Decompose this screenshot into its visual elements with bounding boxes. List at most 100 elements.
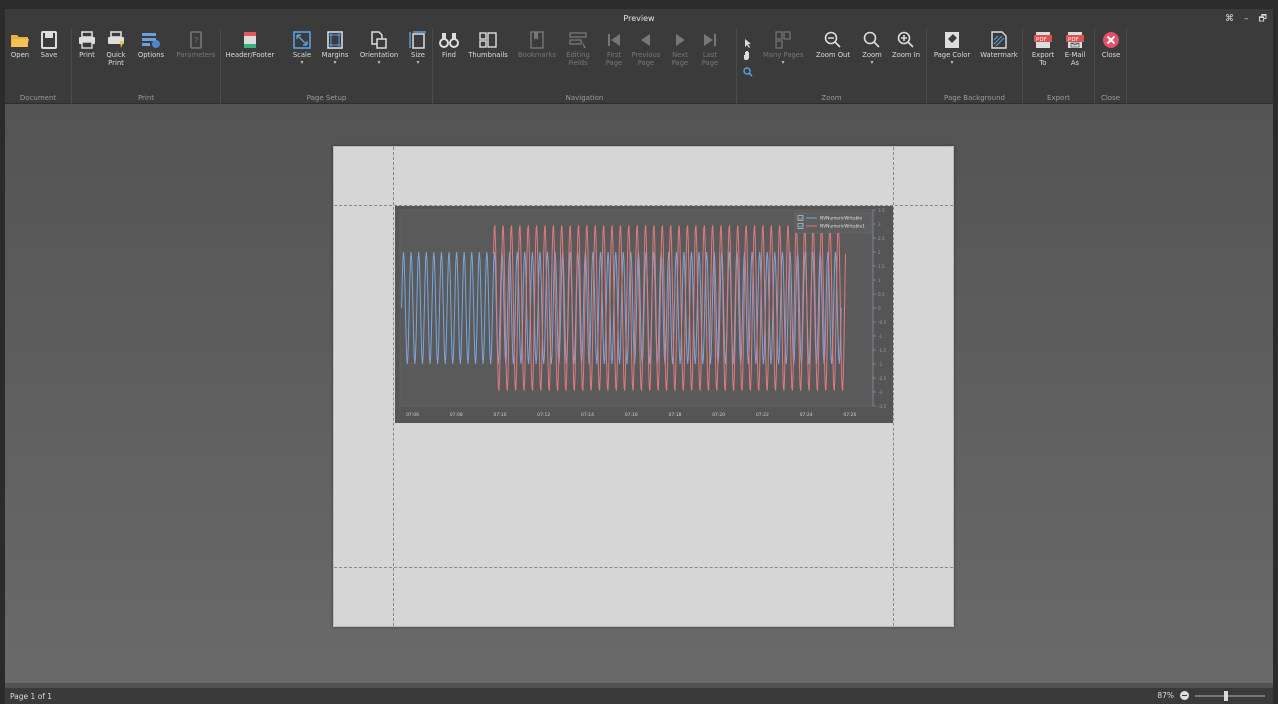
close-button[interactable]: Close bbox=[1099, 31, 1123, 59]
last-page-button[interactable]: Last Page bbox=[699, 31, 721, 67]
scale-dropdown-icon: ▾ bbox=[300, 59, 304, 66]
bookmarks-button[interactable]: Bookmarks bbox=[517, 31, 557, 59]
size-button[interactable]: Size ▾ bbox=[407, 31, 429, 67]
next-page-button[interactable]: Next Page bbox=[669, 31, 691, 67]
svg-text:?: ? bbox=[194, 36, 198, 45]
size-dropdown-icon: ▾ bbox=[416, 59, 420, 66]
open-button[interactable]: Open bbox=[9, 31, 31, 59]
editing-fields-icon bbox=[569, 32, 587, 48]
save-icon bbox=[41, 31, 57, 49]
previous-page-button[interactable]: Previous Page bbox=[631, 31, 661, 67]
zoom-out-icon bbox=[824, 31, 841, 48]
save-button[interactable]: Save bbox=[38, 31, 60, 59]
header-footer-icon bbox=[244, 32, 256, 48]
options-button[interactable]: Options bbox=[136, 31, 166, 59]
margin-line-bottom[interactable] bbox=[334, 567, 953, 568]
printer-icon bbox=[79, 31, 95, 49]
y-tick-label: -1.5 bbox=[878, 348, 887, 353]
zoom-in-icon bbox=[897, 31, 914, 48]
svg-text:PDF: PDF bbox=[1036, 37, 1047, 43]
scale-button[interactable]: Scale ▾ bbox=[291, 31, 313, 67]
page-color-button[interactable]: Page Color ▾ bbox=[931, 31, 973, 67]
zoom-button[interactable]: Zoom ▾ bbox=[859, 31, 885, 67]
group-page-background: Page Color ▾ Watermark Page Background bbox=[927, 29, 1023, 104]
document-page[interactable]: 3.5 3 2.5 2 1.5 1 0.5 0 -0.5 -1 -1.5 -2 -2.5 -3 -3.5 07… bbox=[333, 146, 954, 627]
zoom-icon bbox=[863, 31, 880, 48]
x-tick-label: 07:06 bbox=[406, 412, 419, 418]
zoom-out-circle-icon[interactable] bbox=[1180, 691, 1189, 700]
x-tick-label: 07:24 bbox=[800, 412, 813, 418]
app-window: Preview ⌘ – 🗗 Open Save Document Print Q… bbox=[5, 9, 1273, 704]
quick-print-icon bbox=[108, 31, 124, 48]
watermark-button[interactable]: Watermark bbox=[979, 31, 1019, 59]
zoom-slider-thumb[interactable] bbox=[1224, 690, 1228, 701]
magnifier-tool-icon[interactable] bbox=[743, 62, 753, 81]
export-to-button[interactable]: PDF Export To bbox=[1029, 31, 1057, 67]
group-label-export: Export bbox=[1047, 94, 1070, 102]
y-tick-label: -3.5 bbox=[878, 404, 887, 409]
watermark-icon bbox=[991, 31, 1007, 49]
line-chart: 3.5 3 2.5 2 1.5 1 0.5 0 -0.5 -1 -1.5 -2 -2.5 -3 -3.5 07… bbox=[395, 206, 893, 423]
close-icon bbox=[1103, 32, 1119, 48]
orientation-button[interactable]: Orientation ▾ bbox=[357, 31, 401, 67]
y-tick-label: 1.5 bbox=[878, 264, 885, 269]
print-button[interactable]: Print bbox=[76, 31, 98, 59]
restore-button[interactable]: 🗗 bbox=[1259, 9, 1267, 29]
ribbon: Open Save Document Print Quick Print Opt… bbox=[5, 29, 1273, 104]
margins-dropdown-icon: ▾ bbox=[333, 59, 337, 66]
page-color-dropdown-icon: ▾ bbox=[950, 59, 954, 66]
zoom-in-button[interactable]: Zoom In bbox=[889, 31, 923, 59]
group-page-setup: Header/Footer Scale ▾ Margins ▾ Orientat… bbox=[221, 29, 433, 104]
first-page-button[interactable]: First Page bbox=[603, 31, 625, 67]
editing-fields-button[interactable]: Editing Fields bbox=[563, 31, 593, 67]
group-label-close: Close bbox=[1100, 94, 1121, 102]
zoom-slider[interactable] bbox=[1195, 690, 1265, 701]
parameters-button[interactable]: ? Parameters bbox=[176, 31, 216, 59]
first-page-icon bbox=[608, 34, 620, 46]
x-tick-label: 07:20 bbox=[712, 412, 725, 418]
zoom-out-button[interactable]: Zoom Out bbox=[813, 31, 853, 59]
page-color-icon bbox=[945, 32, 959, 48]
y-tick-label: 3 bbox=[878, 222, 881, 227]
minimize-button[interactable]: – bbox=[1244, 9, 1249, 29]
x-tick-label: 07:12 bbox=[537, 412, 550, 418]
x-tick-label: 07:26 bbox=[843, 412, 856, 418]
y-tick-label: -0.5 bbox=[878, 320, 887, 325]
margins-button[interactable]: Margins ▾ bbox=[320, 31, 350, 67]
group-label-zoom: Zoom bbox=[821, 94, 842, 102]
x-tick-label: 07:10 bbox=[494, 412, 507, 418]
y-tick-label: -2.5 bbox=[878, 376, 887, 381]
y-tick-label: 2 bbox=[878, 250, 881, 255]
fullscreen-icon[interactable]: ⌘ bbox=[1225, 9, 1234, 29]
quick-print-button[interactable]: Quick Print bbox=[104, 31, 128, 67]
y-tick-label: 3.5 bbox=[878, 208, 885, 213]
margin-line-right[interactable] bbox=[893, 147, 894, 626]
thumbnails-button[interactable]: Thumbnails bbox=[467, 31, 509, 59]
last-page-icon bbox=[704, 34, 716, 46]
thumbnails-icon bbox=[479, 32, 497, 48]
y-tick-label: 0.5 bbox=[878, 292, 885, 297]
y-tick-label: -2 bbox=[878, 362, 883, 367]
group-label-print: Print bbox=[137, 94, 155, 102]
orientation-icon bbox=[371, 31, 387, 49]
legend-label: NVNumericWritable1 bbox=[820, 224, 865, 230]
zoom-percent: 87% bbox=[1157, 691, 1174, 700]
margin-line-left[interactable] bbox=[393, 147, 394, 626]
x-tick-label: 07:16 bbox=[625, 412, 638, 418]
group-label-navigation: Navigation bbox=[565, 94, 604, 102]
header-footer-button[interactable]: Header/Footer bbox=[225, 31, 275, 59]
many-pages-dropdown-icon: ▾ bbox=[781, 59, 785, 66]
parameters-icon: ? bbox=[190, 31, 202, 49]
x-tick-label: 07:08 bbox=[450, 412, 463, 418]
x-tick-label: 07:18 bbox=[668, 412, 681, 418]
x-tick-label: 07:22 bbox=[756, 412, 769, 418]
status-bar: Page 1 of 1 87% bbox=[5, 688, 1273, 704]
group-print: Print Quick Print Options ? Parameters P… bbox=[72, 29, 221, 104]
title-bar: Preview ⌘ – 🗗 bbox=[5, 9, 1273, 29]
svg-text:PDF: PDF bbox=[1068, 37, 1079, 43]
find-button[interactable]: Find bbox=[439, 31, 459, 59]
preview-canvas[interactable]: 3.5 3 2.5 2 1.5 1 0.5 0 -0.5 -1 -1.5 -2 -2.5 -3 -3.5 07… bbox=[5, 105, 1273, 683]
email-as-button[interactable]: PDF E-Mail As bbox=[1061, 31, 1089, 67]
many-pages-button[interactable]: Many Pages ▾ bbox=[763, 31, 804, 67]
margins-icon bbox=[327, 31, 343, 49]
